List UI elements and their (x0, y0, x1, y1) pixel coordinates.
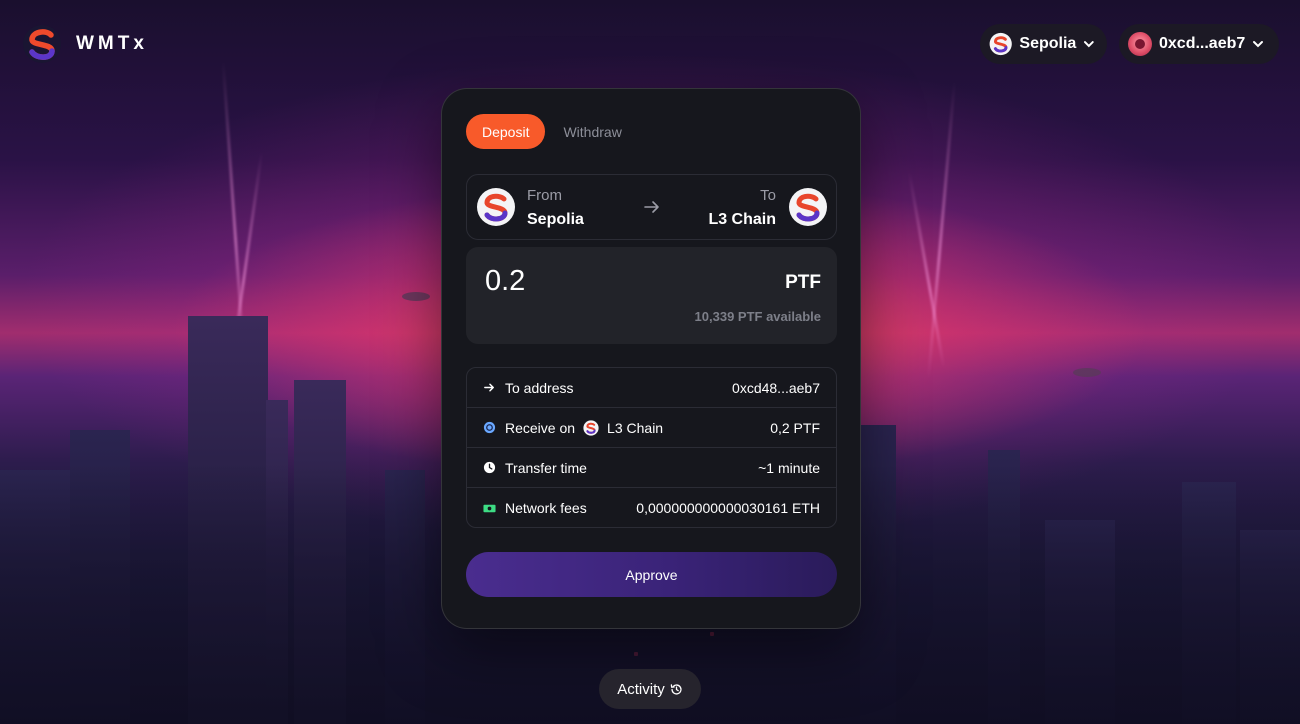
tab-withdraw[interactable]: Withdraw (547, 114, 637, 149)
network-fees-value: 0,000000000000030161 ETH (636, 500, 820, 516)
to-label: To (760, 187, 776, 204)
arrow-right-icon (644, 201, 659, 213)
amount-input[interactable] (485, 265, 685, 298)
receive-chain: L3 Chain (607, 419, 664, 436)
amount-panel: PTF 10,339 PTF available (466, 247, 837, 344)
route-selector[interactable]: From Sepolia To L3 Chain (466, 174, 837, 240)
chevron-down-icon (1084, 41, 1095, 48)
receive-on-row: Receive on L3 Chain 0,2 PTF (467, 408, 836, 448)
tab-bar: Deposit Withdraw (466, 114, 638, 149)
transfer-time-label: Transfer time (505, 459, 587, 476)
approve-button[interactable]: Approve (466, 552, 837, 597)
tab-deposit[interactable]: Deposit (466, 114, 546, 149)
from-chain-logo-icon (476, 187, 516, 227)
clock-icon (483, 461, 496, 474)
to-chain-logo-icon (788, 187, 828, 227)
arrow-right-icon (484, 383, 494, 392)
to-address-row: To address 0xcd48...aeb7 (467, 368, 836, 408)
network-name: Sepolia (1019, 35, 1077, 52)
receive-label: Receive on (505, 419, 576, 436)
chevron-down-icon (1253, 41, 1264, 48)
to-address-label: To address (505, 379, 574, 396)
to-chain: L3 Chain (708, 211, 776, 228)
chain-logo-icon (989, 32, 1013, 56)
from-chain: Sepolia (527, 211, 584, 228)
app-logo[interactable]: WMTx (22, 24, 148, 64)
wmtx-logo-icon (23, 25, 61, 63)
from-label: From (527, 187, 562, 204)
avatar-icon (1128, 32, 1152, 56)
network-fees-label: Network fees (505, 500, 587, 516)
account-address: 0xcd...aeb7 (1159, 35, 1246, 52)
money-icon (483, 504, 496, 512)
transfer-details: To address 0xcd48...aeb7 Receive on L3 C… (466, 367, 837, 528)
l3-chain-logo-icon (583, 419, 600, 436)
to-address-value: 0xcd48...aeb7 (732, 379, 820, 396)
transfer-time-row: Transfer time ~1 minute (467, 448, 836, 488)
app-name: WMTx (76, 33, 148, 54)
transfer-time-value: ~1 minute (758, 459, 820, 476)
available-balance: 10,339 PTF available (694, 309, 821, 324)
receive-icon (483, 421, 496, 434)
network-fees-row: Network fees 0,000000000000030161 ETH (467, 488, 836, 528)
activity-label: Activity (617, 680, 665, 698)
network-selector[interactable]: Sepolia (980, 24, 1107, 64)
receive-value: 0,2 PTF (770, 419, 820, 436)
bridge-card: Deposit Withdraw From Sepolia To L3 Chai… (441, 88, 861, 629)
activity-button[interactable]: Activity (599, 669, 701, 709)
account-selector[interactable]: 0xcd...aeb7 (1119, 24, 1279, 64)
history-icon (670, 683, 682, 695)
token-symbol[interactable]: PTF (785, 272, 821, 294)
